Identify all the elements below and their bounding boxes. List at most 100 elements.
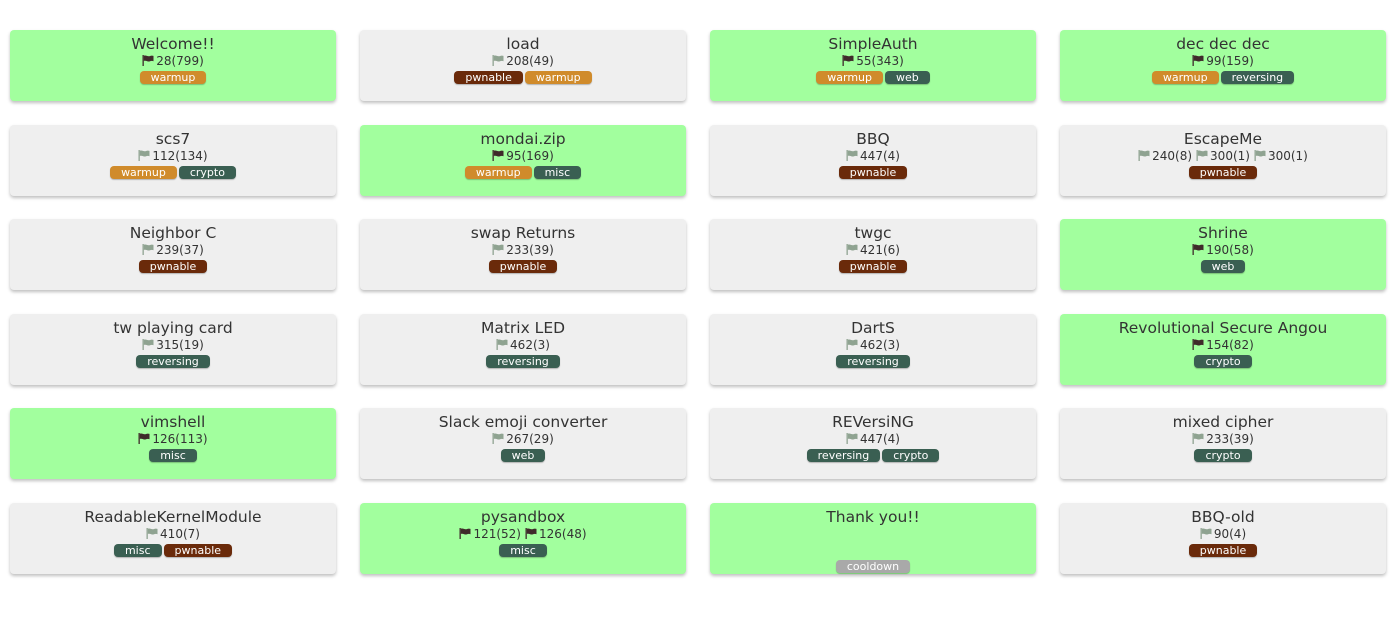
challenge-card-pysandbox[interactable]: pysandbox 121(52) 126(48) misc — [360, 502, 686, 574]
tag-warmup[interactable]: warmup — [110, 165, 177, 179]
score-entry: 410(7) — [146, 527, 200, 541]
tag-reversing[interactable]: reversing — [486, 354, 560, 368]
score-entry: 126(48) — [525, 527, 587, 541]
challenge-card-matrix-led[interactable]: Matrix LED 462(3) reversing — [360, 313, 686, 385]
tag-misc[interactable]: misc — [149, 449, 197, 462]
tag-pwnable[interactable]: pwnable — [838, 260, 908, 273]
tag-misc[interactable]: misc — [533, 165, 582, 179]
challenge-scores: 126(113) — [10, 432, 336, 446]
tag-list: reversing — [360, 353, 686, 368]
challenge-card-load[interactable]: load 208(49) pwnable warmup — [360, 30, 686, 101]
score-text: 315(19) — [156, 337, 204, 352]
tag-list: pwnable — [360, 258, 686, 273]
tag-list: reversing — [710, 353, 1036, 368]
challenge-card-simpleauth[interactable]: SimpleAuth 55(343) warmup web — [710, 30, 1036, 101]
tag-crypto[interactable]: crypto — [178, 165, 236, 179]
tag-list: warmup web — [710, 69, 1036, 84]
score-entry: 99(159) — [1192, 54, 1254, 68]
tag-warmup[interactable]: warmup — [1151, 71, 1219, 84]
score-entry: 190(58) — [1192, 243, 1254, 257]
tag-list: misc — [360, 542, 686, 557]
challenge-scores: 208(49) — [360, 54, 686, 68]
challenge-title: scs7 — [155, 129, 191, 148]
score-text: 410(7) — [160, 526, 200, 541]
score-text: 112(134) — [152, 148, 208, 163]
challenge-title: Welcome!! — [131, 35, 215, 53]
tag-list: crypto — [1060, 447, 1386, 462]
score-entry: 267(29) — [492, 432, 554, 446]
tag-warmup[interactable]: warmup — [464, 165, 532, 179]
tag-warmup[interactable]: warmup — [816, 71, 883, 84]
flag-icon — [492, 244, 504, 255]
tag-list: cooldown — [710, 558, 1036, 573]
score-text: 300(1) — [1267, 148, 1308, 163]
challenge-card-shrine[interactable]: Shrine 190(58) web — [1060, 219, 1386, 290]
challenge-card-swap-returns[interactable]: swap Returns 233(39) pwnable — [360, 219, 686, 290]
tag-pwnable[interactable]: pwnable — [138, 260, 208, 273]
tag-crypto[interactable]: crypto — [882, 449, 940, 462]
tag-list: reversing crypto — [710, 447, 1036, 462]
challenge-card-scs7[interactable]: scs7 112(134) warmup crypto — [10, 124, 336, 196]
challenge-card-tw-playing-card[interactable]: tw playing card 315(19) reversing — [10, 313, 336, 385]
tag-pwnable[interactable]: pwnable — [163, 543, 233, 557]
tag-warmup[interactable]: warmup — [524, 71, 592, 84]
challenge-card-reversing[interactable]: REVersiNG 447(4) reversing crypto — [710, 408, 1036, 479]
tag-pwnable[interactable]: pwnable — [1188, 543, 1258, 557]
challenge-scores: 55(343) — [710, 54, 1036, 68]
challenge-card-bbq[interactable]: BBQ 447(4) pwnable — [710, 124, 1036, 196]
challenge-title: swap Returns — [470, 224, 576, 242]
tag-web[interactable]: web — [885, 71, 930, 84]
challenge-card-twgc[interactable]: twgc 421(6) pwnable — [710, 219, 1036, 290]
challenge-card-darts[interactable]: DartS 462(3) reversing — [710, 313, 1036, 385]
tag-crypto[interactable]: crypto — [1194, 354, 1252, 368]
challenge-title: vimshell — [140, 413, 206, 431]
challenge-grid: Welcome!! 28(799) warmup load 208(49) pwnable… — [10, 30, 1386, 574]
challenge-card-bbq-old[interactable]: BBQ-old 90(4) pwnable — [1060, 502, 1386, 574]
challenge-scores: 99(159) — [1060, 54, 1386, 68]
challenge-card-slack-emoji-converter[interactable]: Slack emoji converter 267(29) web — [360, 408, 686, 479]
challenge-card-readablekernelmodule[interactable]: ReadableKernelModule 410(7) misc pwnable — [10, 502, 336, 574]
score-entry: 126(113) — [138, 432, 208, 446]
tag-web[interactable]: web — [500, 449, 546, 462]
tag-list: misc — [10, 447, 336, 462]
score-entry: 300(1) — [1254, 149, 1308, 163]
challenge-card-revolutional-secure-angou[interactable]: Revolutional Secure Angou 154(82) crypto — [1060, 313, 1386, 385]
score-entry: 90(4) — [1200, 527, 1246, 541]
tag-pwnable[interactable]: pwnable — [454, 71, 523, 84]
tag-list: reversing — [10, 353, 336, 368]
tag-reversing[interactable]: reversing — [136, 354, 210, 368]
tag-warmup[interactable]: warmup — [139, 71, 207, 84]
tag-web[interactable]: web — [1200, 260, 1246, 273]
tag-list: warmup reversing — [1060, 69, 1386, 84]
tag-misc[interactable]: misc — [499, 543, 547, 557]
challenge-card-vimshell[interactable]: vimshell 126(113) misc — [10, 408, 336, 479]
challenge-card-dec-dec-dec[interactable]: dec dec dec 99(159) warmup reversing — [1060, 30, 1386, 101]
flag-icon — [496, 338, 508, 350]
challenge-card-welcome[interactable]: Welcome!! 28(799) warmup — [10, 30, 336, 101]
challenge-card-escapeme[interactable]: EscapeMe 240(8) 300(1) 300(1) pwnable — [1060, 124, 1386, 196]
score-entry: 233(39) — [492, 243, 554, 257]
tag-reversing[interactable]: reversing — [806, 449, 881, 462]
challenge-title: Slack emoji converter — [438, 413, 608, 431]
score-entry: 300(1) — [1196, 149, 1250, 163]
flag-solved-icon — [459, 527, 471, 539]
score-entry: 447(4) — [846, 432, 900, 446]
tag-crypto[interactable]: crypto — [1194, 449, 1252, 462]
challenge-scores: 447(4) — [710, 149, 1036, 163]
flag-solved-icon — [1192, 244, 1204, 255]
challenge-card-thank-you[interactable]: Thank you!! cooldown — [710, 502, 1036, 574]
tag-misc[interactable]: misc — [113, 543, 162, 557]
tag-list: web — [360, 447, 686, 462]
tag-reversing[interactable]: reversing — [1220, 71, 1295, 84]
tag-cooldown[interactable]: cooldown — [835, 559, 911, 573]
tag-pwnable[interactable]: pwnable — [1188, 165, 1258, 179]
challenge-scores: 462(3) — [710, 338, 1036, 352]
challenge-card-mondai-zip[interactable]: mondai.zip 95(169) warmup misc — [360, 124, 686, 196]
tag-reversing[interactable]: reversing — [836, 354, 910, 368]
score-text: 95(169) — [506, 148, 554, 163]
tag-pwnable[interactable]: pwnable — [838, 165, 908, 179]
challenge-scores: 315(19) — [10, 338, 336, 352]
challenge-card-neighbor-c[interactable]: Neighbor C 239(37) pwnable — [10, 219, 336, 290]
challenge-card-mixed-cipher[interactable]: mixed cipher 233(39) crypto — [1060, 408, 1386, 479]
tag-pwnable[interactable]: pwnable — [488, 260, 558, 273]
